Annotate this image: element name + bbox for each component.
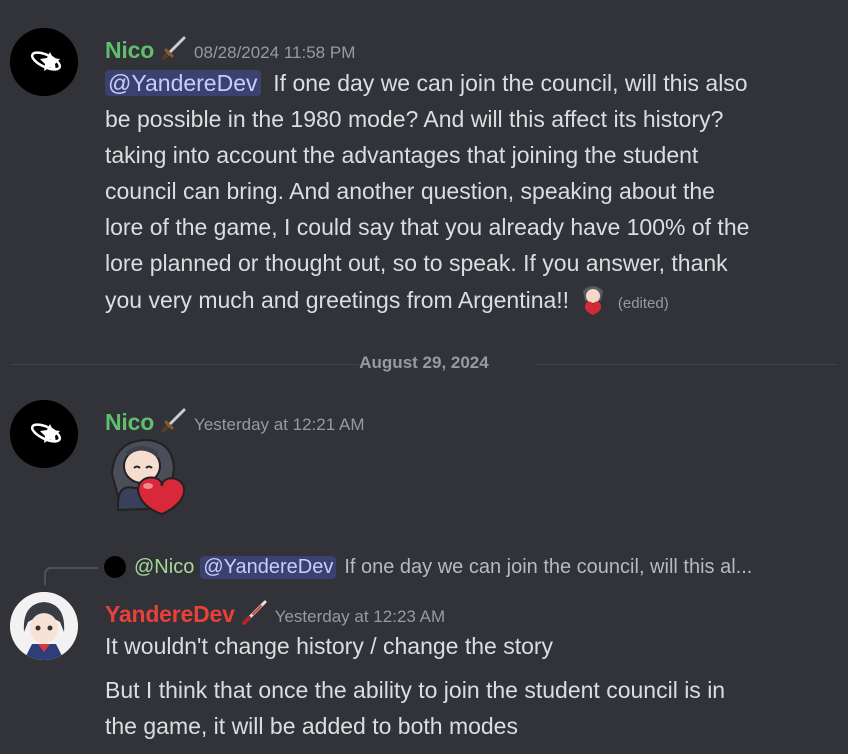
- girl-hugging-heart-sticker[interactable]: [104, 434, 190, 518]
- message-line: you very much and greetings from Argenti…: [105, 281, 845, 322]
- reply-spine: [44, 567, 98, 585]
- username[interactable]: Nico: [105, 409, 154, 436]
- yanderedev-avatar[interactable]: [10, 592, 78, 660]
- message-text: taking into account the advantages that …: [105, 142, 699, 168]
- reply-preview[interactable]: @Nico @YandereDev If one day we can join…: [104, 552, 844, 582]
- message-text: If one day we can join the council, will…: [273, 70, 748, 96]
- heart-hug-emoji-icon[interactable]: [575, 281, 611, 317]
- reply-mention[interactable]: @YandereDev: [200, 555, 337, 579]
- timestamp[interactable]: Yesterday at 12:23 AM: [275, 607, 445, 627]
- nico-avatar[interactable]: [10, 28, 78, 96]
- message-line: @YandereDev If one day we can join the c…: [105, 65, 845, 101]
- user-mention[interactable]: @YandereDev: [105, 70, 261, 96]
- message-text: the game, it will be added to both modes: [105, 713, 518, 739]
- message-text: be possible in the 1980 mode? And will t…: [105, 106, 724, 132]
- edited-label: (edited): [617, 295, 669, 312]
- date-divider-label: August 29, 2024: [359, 353, 489, 372]
- date-divider: August 29, 2024: [10, 352, 838, 376]
- reply-text[interactable]: If one day we can join the council, will…: [344, 556, 752, 579]
- red-knife-icon: [241, 598, 269, 626]
- nico-avatar[interactable]: [10, 400, 78, 468]
- dagger-icon: [160, 406, 188, 434]
- message-text: It wouldn't change history / change the …: [105, 633, 554, 659]
- timestamp[interactable]: 08/28/2024 11:58 PM: [194, 43, 355, 63]
- reply-avatar: [104, 556, 126, 578]
- message-text: But I think that once the ability to joi…: [105, 677, 726, 703]
- dagger-icon: [160, 34, 188, 62]
- message-text: council can bring. And another question,…: [105, 178, 715, 204]
- timestamp[interactable]: Yesterday at 12:21 AM: [194, 415, 364, 435]
- message-text: lore of the game, I could say that you a…: [105, 214, 750, 240]
- message-text: lore planned or thought out, so to speak…: [105, 250, 728, 276]
- username[interactable]: YandereDev: [105, 601, 235, 628]
- username[interactable]: Nico: [105, 37, 154, 64]
- reply-author[interactable]: @Nico: [134, 556, 194, 579]
- message-text: you very much and greetings from Argenti…: [105, 287, 570, 313]
